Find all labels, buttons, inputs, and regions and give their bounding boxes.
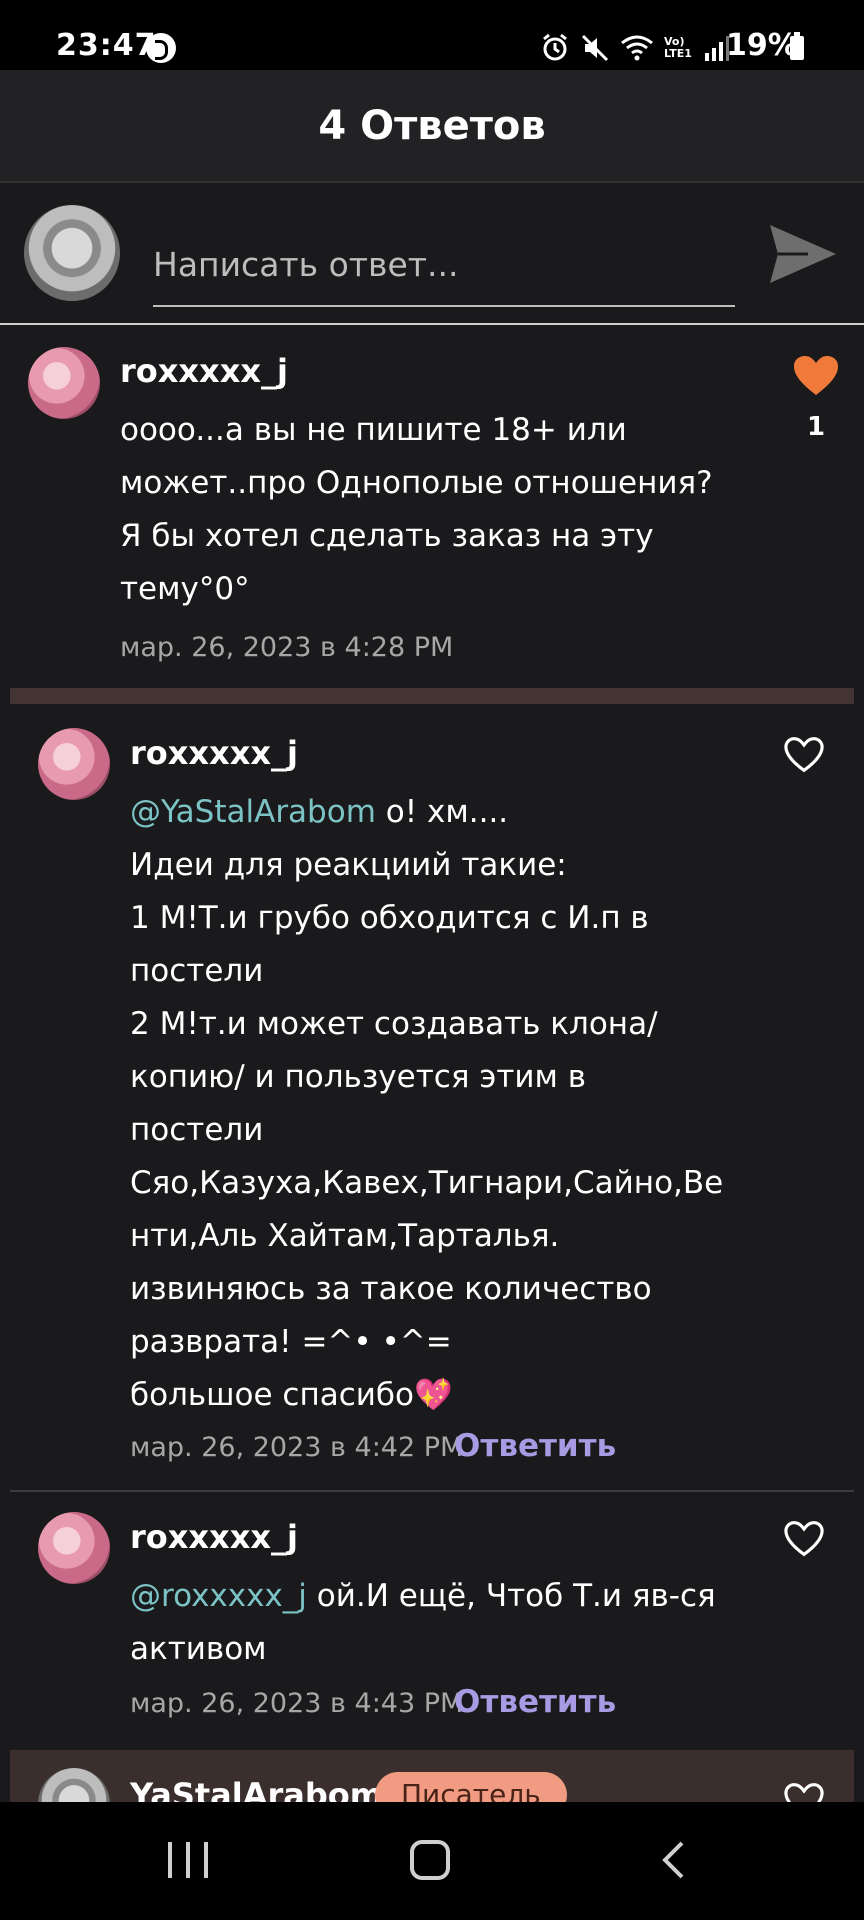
comment-text-fragment: о! хм.... <box>375 794 509 830</box>
send-icon[interactable] <box>768 221 838 287</box>
replies-screen: 4 Ответов Написать ответ... roxxxxx_j oo… <box>0 70 864 1802</box>
comment-text-line: нти,Аль Хайтам,Тарталья. <box>130 1218 560 1254</box>
heart-filled-icon[interactable] <box>793 355 839 397</box>
comment-timestamp: мар. 26, 2023 в 4:42 PM <box>130 1432 464 1463</box>
mention-link[interactable]: @roxxxxx_j <box>130 1578 307 1614</box>
writer-badge: Писатель <box>375 1772 567 1802</box>
back-icon[interactable] <box>660 1840 686 1880</box>
comment-text-line: тему°0° <box>120 571 250 607</box>
comment-text-line: большое спасибо💖 <box>130 1377 453 1413</box>
comment-text-line: может..про Однополые отношения? <box>120 465 713 501</box>
header: 4 Ответов <box>0 70 864 183</box>
network-label: Vo) LTE1 <box>664 35 692 60</box>
comment-text-line: активом <box>130 1631 267 1667</box>
battery-percent: 19% <box>726 28 798 63</box>
comment-text-line: 1 М!Т.и грубо обходится с И.п в <box>130 900 649 936</box>
avatar[interactable] <box>38 728 110 800</box>
comment-text-line: Я бы хотел сделать заказ на эту <box>120 518 654 554</box>
heart-outline-icon[interactable] <box>783 1520 825 1558</box>
comment-text: oooo...а вы не пишите 18+ или может..про… <box>120 404 760 616</box>
alarm-icon <box>543 33 567 61</box>
reply-button[interactable]: Ответить <box>454 1428 616 1464</box>
comment-username[interactable]: YaStalArabom <box>130 1776 383 1802</box>
comment-text-fragment: ой.И ещё, Чтоб Т.и яв-ся <box>306 1578 716 1614</box>
comment-text-line: постели <box>130 953 264 989</box>
status-icons: Vo) LTE1 <box>540 30 730 66</box>
comment-text: @YaStalArabom о! хм.... Идеи для реакции… <box>130 786 730 1422</box>
battery-icon <box>790 32 804 60</box>
input-underline <box>153 305 735 307</box>
shazam-icon <box>146 33 176 63</box>
comment-text-line: извиняюсь за такое количество <box>130 1271 652 1307</box>
comment-username[interactable]: roxxxxx_j <box>120 352 288 390</box>
avatar[interactable] <box>38 1512 110 1584</box>
mention-link[interactable]: @YaStalArabom <box>130 794 376 830</box>
comment-text-line: копию/ и пользуется этим в <box>130 1059 587 1095</box>
home-icon[interactable] <box>410 1840 450 1880</box>
recent-apps-icon[interactable] <box>168 1842 208 1878</box>
comment-text-line: разврата! =^• •^= <box>130 1324 452 1360</box>
comment-text-line: @roxxxxx_j ой.И ещё, Чтоб Т.и яв-ся <box>130 1570 750 1623</box>
reply-input[interactable]: Написать ответ... <box>153 245 458 284</box>
comment-text-line: @YaStalArabom о! хм.... <box>130 786 730 839</box>
comment-username[interactable]: roxxxxx_j <box>130 1518 298 1556</box>
status-bar: 23:47 Vo) LTE1 19% <box>0 0 864 70</box>
comment-timestamp: мар. 26, 2023 в 4:28 PM <box>120 632 454 663</box>
status-time: 23:47 <box>56 28 157 63</box>
divider <box>10 1490 854 1492</box>
comment-text-line: постели <box>130 1112 264 1148</box>
avatar[interactable] <box>28 347 100 419</box>
comment-text-line: oooo...а вы не пишите 18+ или <box>120 412 627 448</box>
comment-text-line: Идеи для реакциий такие: <box>130 847 567 883</box>
wifi-icon <box>621 35 653 61</box>
heart-outline-icon[interactable] <box>783 736 825 774</box>
system-nav-bar <box>0 1802 864 1920</box>
like-count: 1 <box>806 412 826 442</box>
page-title: 4 Ответов <box>318 102 546 149</box>
heart-outline-icon[interactable] <box>783 1782 825 1802</box>
reply-composer: Написать ответ... <box>0 183 864 325</box>
current-user-avatar[interactable] <box>24 205 120 301</box>
comment-text-line: Сяо,Казуха,Кавех,Тигнари,Сайно,Ве <box>130 1165 724 1201</box>
comment-text: @roxxxxx_j ой.И ещё, Чтоб Т.и яв-ся акти… <box>130 1570 750 1676</box>
divider <box>10 688 854 704</box>
comment-username[interactable]: roxxxxx_j <box>130 734 298 772</box>
comment-timestamp: мар. 26, 2023 в 4:43 PM <box>130 1688 464 1719</box>
reply-button[interactable]: Ответить <box>454 1684 616 1720</box>
mute-icon <box>581 34 609 62</box>
comment-text-line: 2 М!т.и может создавать клона/ <box>130 1006 658 1042</box>
